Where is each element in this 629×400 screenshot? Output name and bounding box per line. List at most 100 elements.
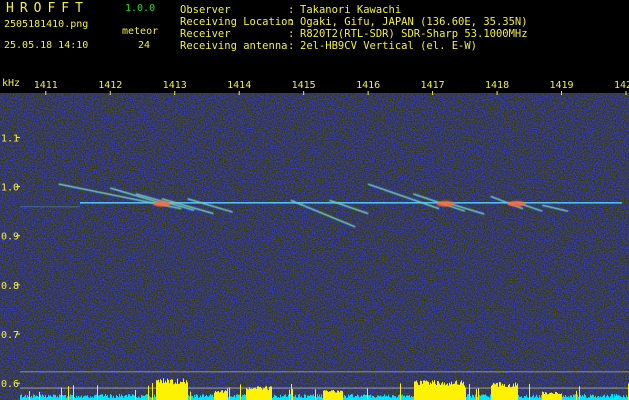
activity-bar [100,394,101,400]
activity-bar [280,394,281,400]
activity-bar [338,390,339,400]
activity-bar [76,395,77,400]
activity-bar [554,393,555,400]
activity-bar [432,380,433,400]
activity-bar [600,396,601,400]
activity-bar [506,386,507,400]
file-datetime: 25.05.18 14:10 [4,40,89,51]
activity-bar [460,382,461,400]
activity-bar [187,382,188,400]
activity-bar [295,394,296,400]
activity-bar [414,381,415,400]
activity-bar [276,396,277,400]
activity-bar [83,396,84,400]
activity-bar [132,394,133,400]
activity-bar [416,380,417,400]
activity-bar [248,389,249,400]
activity-bar [176,383,177,400]
activity-bar [384,394,385,400]
activity-bar [121,394,122,400]
activity-bar [476,389,477,400]
activity-bar [81,395,82,400]
activity-bar [382,396,383,400]
activity-bar [426,380,427,400]
activity-bar [240,384,241,400]
activity-bar [571,395,572,400]
activity-bar [415,381,416,400]
activity-bar [333,390,334,400]
activity-bar [493,382,494,400]
activity-bar [486,395,487,400]
activity-bar [619,395,620,400]
activity-bar [457,384,458,400]
activity-bar [188,395,189,400]
activity-bar [409,394,410,400]
activity-bar [451,381,452,400]
activity-bar [234,394,235,400]
activity-bar [593,395,594,400]
y-tick-label: 1.0 [1,183,19,194]
activity-bar [200,395,201,400]
activity-bar [431,383,432,400]
activity-bar [504,384,505,400]
activity-bar [68,386,69,400]
activity-bar [461,380,462,400]
activity-bar [31,396,32,400]
activity-bar [521,396,522,400]
activity-bar [249,387,250,400]
activity-bar [364,394,365,400]
activity-bar [484,394,485,400]
spectrogram-plot: kHz 1411 1412 1413 1414 1415 1416 1417 1418 1419 1… [0,78,629,400]
activity-bar [556,392,557,400]
activity-bar [325,390,326,400]
activity-bar [617,395,618,400]
activity-bar [251,388,252,400]
activity-bar [356,396,357,400]
activity-bar [104,396,105,400]
activity-bar [220,391,221,400]
activity-bar [122,395,123,400]
y-axis-unit: kHz [2,78,20,89]
activity-bar [189,396,190,400]
activity-bar [394,396,395,400]
activity-bar [237,394,238,400]
activity-bar [386,395,387,400]
x-tick-label: 1418 [485,80,509,91]
activity-bar [128,394,129,400]
activity-bar [420,380,421,400]
activity-bar [464,385,465,400]
activity-bar [355,395,356,400]
activity-bar [482,394,483,400]
header-panel: HROFFT 1.0.0 2505181410.png 25.05.18 14:… [0,0,629,75]
activity-bar [284,395,285,400]
activity-bar [407,395,408,400]
activity-bar [216,391,217,400]
activity-bar [215,390,216,400]
activity-bar [335,392,336,400]
activity-bar [570,395,571,400]
activity-bar [67,396,68,400]
activity-bar [626,395,627,400]
activity-bar [543,392,544,400]
activity-bar [606,396,607,400]
activity-bar [326,390,327,400]
activity-bar [387,396,388,400]
info-colon: : [288,40,295,52]
activity-bar [182,381,183,400]
y-tick-label: 0.8 [1,281,19,292]
activity-bar [242,395,243,400]
activity-bar [29,391,30,400]
activity-bar [372,395,373,400]
activity-bar [481,394,482,400]
activity-bar [219,392,220,400]
activity-bar [304,394,305,400]
activity-bar [440,385,441,400]
activity-bar [312,395,313,400]
activity-bar [408,395,409,400]
activity-bar [161,380,162,400]
activity-bar [623,395,624,400]
activity-bar [441,383,442,400]
activity-bar [247,389,248,400]
activity-bar [458,384,459,400]
info-colon: : [288,4,295,16]
